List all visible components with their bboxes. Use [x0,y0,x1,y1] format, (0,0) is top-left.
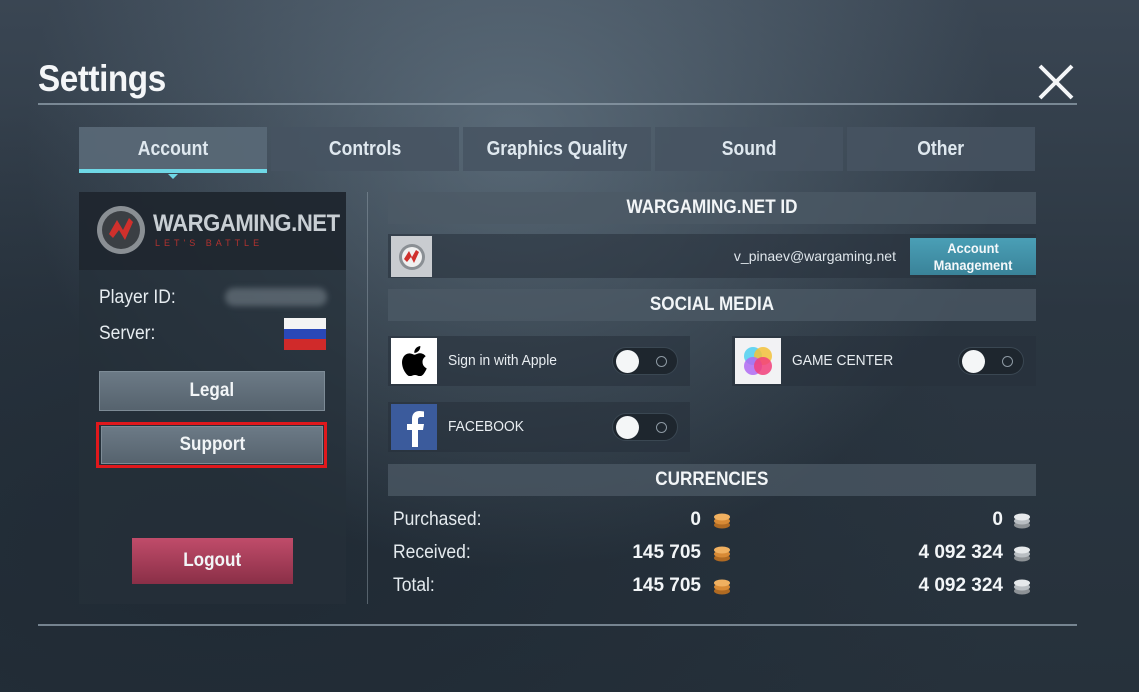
support-highlight [96,422,327,468]
currency-label: Received: [393,542,471,563]
silver-value: 4 092 324 [918,542,1003,563]
facebook-icon [391,404,437,450]
tab-sound[interactable]: Sound [655,127,843,171]
social-label-apple: Sign in with Apple [448,352,557,369]
header-divider [38,103,1077,105]
currency-label: Total: [393,575,435,596]
tab-other[interactable]: Other [847,127,1035,171]
brand-tagline: LET'S BATTLE [155,238,264,248]
silver-coin-icon [1014,579,1030,595]
wargaming-account-icon [391,236,432,277]
currencies-heading: CURRENCIES [388,464,1036,496]
facebook-toggle[interactable] [612,413,678,441]
gold-coin-icon [714,579,730,595]
social-item-apple: Sign in with Apple [388,336,690,386]
gold-value: 145 705 [632,542,701,563]
tab-controls[interactable]: Controls [271,127,459,171]
footer-divider [38,624,1077,626]
apple-icon [391,338,437,384]
silver-value: 0 [992,509,1003,530]
player-id-value-blurred [225,288,327,306]
account-email: v_pinaev@wargaming.net [733,248,896,264]
server-flag-icon [284,318,326,350]
brand-name: WARGAMING.NET [153,210,340,237]
settings-tabs: Account Controls Graphics Quality Sound … [79,127,1035,179]
currency-row-purchased: Purchased: 0 0 [393,505,1033,535]
panel-divider [367,192,368,604]
legal-button[interactable]: Legal [99,371,325,411]
social-item-game-center: GAME CENTER [732,336,1036,386]
player-id-label: Player ID: [99,287,176,308]
gold-value: 145 705 [632,575,701,596]
silver-value: 4 092 324 [918,575,1003,596]
tab-account[interactable]: Account [79,127,267,179]
gold-coin-icon [714,513,730,529]
game-center-icon [735,338,781,384]
close-icon[interactable] [1036,62,1076,102]
currency-row-total: Total: 145 705 4 092 324 [393,571,1033,601]
apple-toggle[interactable] [612,347,678,375]
logout-button[interactable]: Logout [132,538,293,584]
wargaming-id-row: v_pinaev@wargaming.net Account Managemen… [388,234,1036,278]
account-management-button[interactable]: Account Management [910,238,1036,275]
page-title: Settings [38,58,166,99]
wargaming-emblem-icon [97,206,145,254]
social-media-heading: SOCIAL MEDIA [388,289,1036,321]
currency-label: Purchased: [393,509,482,530]
currency-row-received: Received: 145 705 4 092 324 [393,538,1033,568]
server-label: Server: [99,323,156,344]
gold-value: 0 [690,509,701,530]
social-label-game-center: GAME CENTER [792,352,894,369]
game-center-toggle[interactable] [958,347,1024,375]
social-label-facebook: FACEBOOK [448,418,524,435]
tab-graphics-quality[interactable]: Graphics Quality [463,127,651,171]
gold-coin-icon [714,546,730,562]
account-panel: WARGAMING.NET LET'S BATTLE Player ID: Se… [79,192,346,604]
social-item-facebook: FACEBOOK [388,402,690,452]
wargaming-logo: WARGAMING.NET LET'S BATTLE [79,192,346,270]
silver-coin-icon [1014,546,1030,562]
silver-coin-icon [1014,513,1030,529]
wargaming-id-heading: WARGAMING.NET ID [388,192,1036,224]
